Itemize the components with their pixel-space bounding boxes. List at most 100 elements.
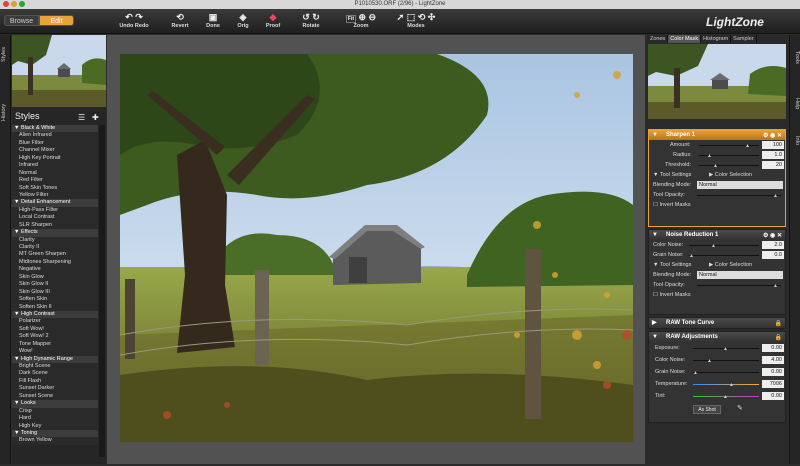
- style-item[interactable]: Soft Wow!: [12, 325, 98, 334]
- tab-history[interactable]: History: [1, 97, 10, 127]
- radius-thumb[interactable]: ▲: [707, 153, 712, 159]
- expand-icon[interactable]: ▶: [652, 318, 657, 328]
- opacity-thumb[interactable]: ▲: [773, 193, 778, 199]
- collapse-icon[interactable]: ▼: [652, 130, 658, 140]
- style-item[interactable]: Channel Mixer: [12, 147, 98, 155]
- orig-button[interactable]: ◈ Orig: [226, 12, 260, 29]
- style-item[interactable]: High Key: [12, 422, 98, 430]
- modes-control[interactable]: ➚ ⬚ ⟲ ✣ Modes: [396, 12, 436, 29]
- color-selection-toggle[interactable]: ▶ Color Selection: [709, 262, 752, 268]
- style-group-header[interactable]: ▼ Effects: [12, 229, 98, 237]
- invert-masks-checkbox[interactable]: ☐ Invert Masks: [653, 292, 691, 298]
- tab-info[interactable]: Info: [791, 133, 800, 149]
- style-item[interactable]: Soft Wow! 2: [12, 333, 98, 341]
- style-item[interactable]: Red Filter: [12, 177, 98, 185]
- blending-mode-select[interactable]: Normal: [697, 181, 783, 189]
- style-item[interactable]: Fill Flash: [12, 377, 98, 386]
- tool-settings-toggle[interactable]: ▼ Tool Settings: [653, 262, 691, 268]
- image-canvas[interactable]: [107, 35, 645, 464]
- exposure-field[interactable]: 0.00: [762, 344, 784, 352]
- radius-field[interactable]: 1.0: [762, 151, 784, 159]
- noise-tool-header[interactable]: ▼ Noise Reduction 1 ⚙ ◉ ✕: [649, 230, 785, 240]
- color-selection-toggle[interactable]: ▶ Color Selection: [709, 172, 752, 178]
- style-group-header[interactable]: ▼ Toning: [12, 429, 98, 438]
- sharpen-tool-header[interactable]: ▼ Sharpen 1 ⚙ ◉ ✕: [649, 130, 785, 140]
- style-item[interactable]: Sunset Darker: [12, 385, 98, 393]
- threshold-field[interactable]: 20: [762, 161, 784, 169]
- style-item[interactable]: Local Contrast: [12, 214, 98, 222]
- temperature-slider[interactable]: [693, 384, 759, 385]
- edit-mode-button[interactable]: Edit: [39, 15, 74, 26]
- style-item[interactable]: Yellow Filter: [12, 191, 98, 200]
- close-window-button[interactable]: [3, 1, 9, 7]
- style-item[interactable]: Clarity II: [12, 244, 98, 252]
- collapse-icon[interactable]: ▼: [652, 332, 658, 342]
- panel-tab[interactable]: Histogram: [701, 35, 732, 43]
- style-item[interactable]: Infrared: [12, 162, 98, 170]
- style-item[interactable]: Skin Glow II: [12, 281, 98, 289]
- collapse-icon[interactable]: ▼: [652, 230, 658, 240]
- styles-scrollbar[interactable]: [99, 125, 105, 457]
- amount-slider[interactable]: [699, 145, 759, 146]
- edited-photo[interactable]: [107, 35, 645, 464]
- raw-grain-noise-thumb[interactable]: ▲: [693, 370, 698, 376]
- style-item[interactable]: Clarity: [12, 236, 98, 244]
- raw-color-noise-field[interactable]: 4.00: [762, 356, 784, 364]
- style-item[interactable]: Normal: [12, 169, 98, 178]
- tool-settings-toggle[interactable]: ▼ Tool Settings: [653, 172, 691, 178]
- style-item[interactable]: High-Pass Filter: [12, 206, 98, 215]
- opacity-slider[interactable]: [697, 285, 781, 286]
- minimize-window-button[interactable]: [11, 1, 17, 7]
- done-button[interactable]: ▣ Done: [196, 12, 230, 29]
- panel-tab[interactable]: Sampler: [731, 35, 757, 43]
- tone-curve-header[interactable]: ▶ RAW Tone Curve 🔒: [649, 318, 785, 328]
- amount-field[interactable]: 100: [762, 141, 784, 149]
- rotate-button[interactable]: ↺ ↻ Rotate: [294, 12, 328, 29]
- style-item[interactable]: Brown Yellow: [12, 437, 98, 445]
- undo-redo-button[interactable]: ↶ ↷ Undo Redo: [117, 12, 151, 29]
- threshold-slider[interactable]: [699, 165, 759, 166]
- style-item[interactable]: Wow!: [12, 348, 98, 356]
- blending-mode-select[interactable]: Normal: [697, 271, 783, 279]
- tab-styles[interactable]: Styles: [1, 43, 10, 67]
- exposure-thumb[interactable]: ▲: [723, 346, 728, 352]
- style-group-header[interactable]: ▼ High Contrast: [12, 310, 98, 319]
- revert-button[interactable]: ⟲ Revert: [163, 12, 197, 29]
- panel-tab[interactable]: Color Mask: [668, 35, 702, 43]
- panel-tab[interactable]: Zones: [648, 35, 669, 43]
- style-group-header[interactable]: ▼ Looks: [12, 400, 98, 408]
- color-noise-thumb[interactable]: ▲: [711, 243, 716, 249]
- style-item[interactable]: Negative: [12, 266, 98, 274]
- style-item[interactable]: SLR Sharpen: [12, 221, 98, 230]
- style-item[interactable]: Tone Mapper: [12, 340, 98, 349]
- temperature-thumb[interactable]: ▲: [729, 382, 734, 388]
- style-group-header[interactable]: ▼ Black & White: [12, 125, 98, 133]
- style-item[interactable]: Sunset Scene: [12, 392, 98, 401]
- grain-noise-slider[interactable]: [689, 255, 759, 256]
- style-item[interactable]: High Key Portrait: [12, 154, 98, 163]
- style-item[interactable]: Skin Glow: [12, 273, 98, 282]
- style-group-header[interactable]: ▼ Detail Enhancement: [12, 199, 98, 207]
- color-noise-slider[interactable]: [689, 245, 759, 246]
- zoom-window-button[interactable]: [19, 1, 25, 7]
- style-group-header[interactable]: ▼ High Dynamic Range: [12, 355, 98, 363]
- preview-thumbnail[interactable]: [648, 44, 786, 119]
- style-item[interactable]: Crisp: [12, 407, 98, 416]
- style-item[interactable]: MT Green Sharpen: [12, 251, 98, 259]
- add-style-icon[interactable]: ✚: [92, 111, 99, 125]
- proof-button[interactable]: ◆ Proof: [256, 12, 290, 29]
- grain-noise-field[interactable]: 0.0: [762, 251, 784, 259]
- grain-noise-thumb[interactable]: ▲: [689, 253, 694, 259]
- eyedropper-icon[interactable]: ✎: [737, 404, 743, 412]
- threshold-thumb[interactable]: ▲: [713, 163, 718, 169]
- as-shot-button[interactable]: As Shot: [693, 405, 721, 414]
- style-item[interactable]: Soften Skin: [12, 296, 98, 304]
- temperature-field[interactable]: 7006: [762, 380, 784, 388]
- raw-adjustments-header[interactable]: ▼ RAW Adjustments 🔒: [649, 332, 785, 342]
- tab-help[interactable]: Help: [791, 95, 800, 113]
- browse-mode-button[interactable]: Browse: [4, 15, 39, 26]
- style-item[interactable]: Hard: [12, 415, 98, 423]
- style-item[interactable]: Soft Skin Tones: [12, 184, 98, 192]
- zoom-control[interactable]: Fit ⊕ ⊖ Zoom: [338, 12, 384, 29]
- opacity-thumb[interactable]: ▲: [773, 283, 778, 289]
